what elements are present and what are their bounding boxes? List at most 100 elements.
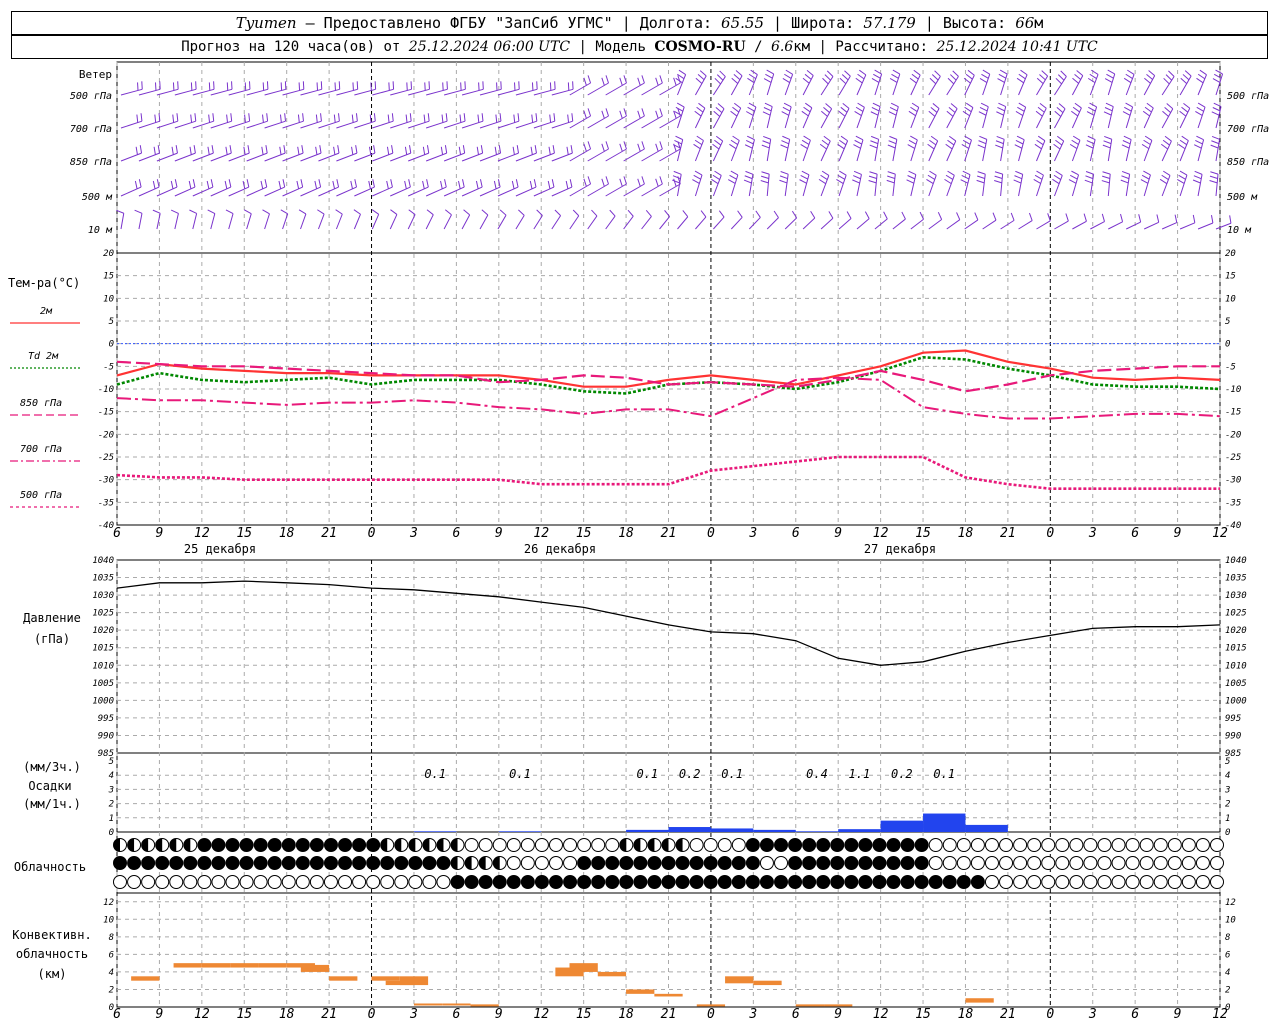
cloud-cover-circle xyxy=(774,856,789,870)
cloud-cover-half xyxy=(113,838,120,852)
cloud-cover-circle xyxy=(577,838,592,852)
wind-barb-shaft xyxy=(156,120,178,129)
cloud-cover-circle xyxy=(956,856,971,870)
wind-barb-feather xyxy=(207,209,216,214)
wind-barb-shaft xyxy=(264,152,286,162)
cloud-cover-circle xyxy=(464,838,479,852)
wind-barb-shaft xyxy=(551,186,573,197)
wind-barb-feather xyxy=(152,209,161,214)
wind-barb-feather xyxy=(994,180,1002,184)
wind-barb-shaft xyxy=(300,120,322,129)
wind-barb-feather xyxy=(444,209,452,216)
wind-barb-feather xyxy=(675,106,684,112)
x-tick-label: 12 xyxy=(1212,526,1228,541)
conv-title-3: (км) xyxy=(38,967,67,981)
wind-barb-feather xyxy=(1181,135,1189,142)
wind-barb-feather xyxy=(697,74,705,81)
wind-barb-feather xyxy=(1123,77,1132,84)
y-tick-label-left: 5 xyxy=(109,757,114,767)
wind-barb-feather xyxy=(547,180,551,189)
cloud-cover-circle xyxy=(816,838,831,852)
wind-barb-feather xyxy=(1195,139,1203,145)
day-label: 27 декабря xyxy=(864,542,936,556)
cloud-cover-circle xyxy=(1181,875,1196,889)
wind-barb-shaft xyxy=(659,82,681,96)
wind-barb-feather xyxy=(354,179,357,188)
wind-barb-feather xyxy=(1121,170,1130,175)
wind-barb-feather xyxy=(934,70,941,77)
x-tick-label: 0 xyxy=(1046,1007,1054,1022)
wind-barb-feather xyxy=(944,178,952,185)
wind-barb-feather xyxy=(696,135,704,141)
wind-barb-feather xyxy=(839,77,847,85)
y-tick-label-left: -30 xyxy=(98,476,114,486)
wind-barb-feather xyxy=(422,180,425,189)
wind-barb-feather xyxy=(641,141,645,150)
wind-barb-feather xyxy=(818,178,827,185)
wind-barb-feather xyxy=(570,145,573,154)
wind-barb-feather xyxy=(695,77,703,84)
wind-barb-shaft xyxy=(766,217,779,230)
wind-barb-shaft xyxy=(425,214,434,230)
wind-barb-feather xyxy=(1211,135,1220,140)
wind-barb-feather xyxy=(494,146,497,155)
wind-barb-shaft xyxy=(390,186,411,197)
wind-barb-feather xyxy=(515,179,519,188)
cloud-cover-circle xyxy=(703,838,718,852)
y-tick-label-right: 4 xyxy=(1225,968,1230,978)
y-tick-label-left: 1010 xyxy=(92,661,114,671)
wind-barb-feather xyxy=(373,113,376,122)
wind-barb-shaft xyxy=(1161,140,1172,162)
wind-barb-feather xyxy=(997,78,1005,83)
wind-barb-shaft xyxy=(282,152,304,162)
wind-barb-feather xyxy=(533,179,537,188)
wind-barb-shaft xyxy=(982,219,997,230)
wind-barb-feather xyxy=(952,70,959,77)
cloud-cover-circle xyxy=(309,875,324,889)
cloud-cover-circle xyxy=(380,856,395,870)
wind-barb-shaft xyxy=(443,120,466,129)
wind-barb-feather xyxy=(763,135,771,140)
wind-barb-feather xyxy=(871,78,880,83)
wind-barb-feather xyxy=(153,146,156,155)
wind-barb-feather xyxy=(426,209,434,216)
cloud-cover-half xyxy=(451,856,458,870)
y-tick-label-right: 15 xyxy=(1225,272,1236,282)
x-tick-label: 18 xyxy=(618,526,634,541)
wind-barb-shaft xyxy=(372,88,394,96)
wind-barb-feather xyxy=(260,180,264,189)
wind-barb-feather xyxy=(873,73,881,79)
wind-barb-shaft xyxy=(641,148,663,162)
x-tick-label: 15 xyxy=(915,1007,931,1022)
cloud-cover-circle xyxy=(1097,875,1112,889)
wind-barb-feather xyxy=(950,74,957,81)
wind-barb-feather xyxy=(824,74,831,81)
wind-barb-feather xyxy=(928,110,936,117)
wind-barb-feather xyxy=(1163,170,1171,176)
wind-barb-feather xyxy=(1105,102,1114,108)
cloud-cover-circle xyxy=(436,856,451,870)
cloud-cover-circle xyxy=(281,856,296,870)
wind-barb-feather xyxy=(207,146,210,155)
cloud-cover-circle xyxy=(520,856,535,870)
wind-barb-feather xyxy=(1055,77,1062,85)
cloud-cover-circle xyxy=(1013,875,1028,889)
wind-barb-feather xyxy=(188,180,192,189)
x-tick-label: 9 xyxy=(156,1007,164,1022)
x-tick-label: 18 xyxy=(958,1007,974,1022)
wind-barb-feather xyxy=(601,110,605,119)
cloud-cover-circle xyxy=(1055,875,1070,889)
wind-barb-shaft xyxy=(569,148,591,162)
wind-barb-feather xyxy=(1033,179,1041,184)
conv-cloud-bar xyxy=(725,976,754,984)
cloud-cover-circle xyxy=(703,856,718,870)
cloud-cover-circle xyxy=(844,838,859,852)
wind-barb-shaft xyxy=(1036,140,1046,162)
wind-barb-feather xyxy=(965,73,973,80)
wind-barb-feather xyxy=(156,179,160,188)
wind-barb-feather xyxy=(782,77,790,84)
cloud-cover-circle xyxy=(1125,856,1140,870)
wind-barb-shaft xyxy=(389,214,398,230)
cloud-cover-circle xyxy=(802,838,817,852)
wind-barb-feather xyxy=(655,77,659,86)
